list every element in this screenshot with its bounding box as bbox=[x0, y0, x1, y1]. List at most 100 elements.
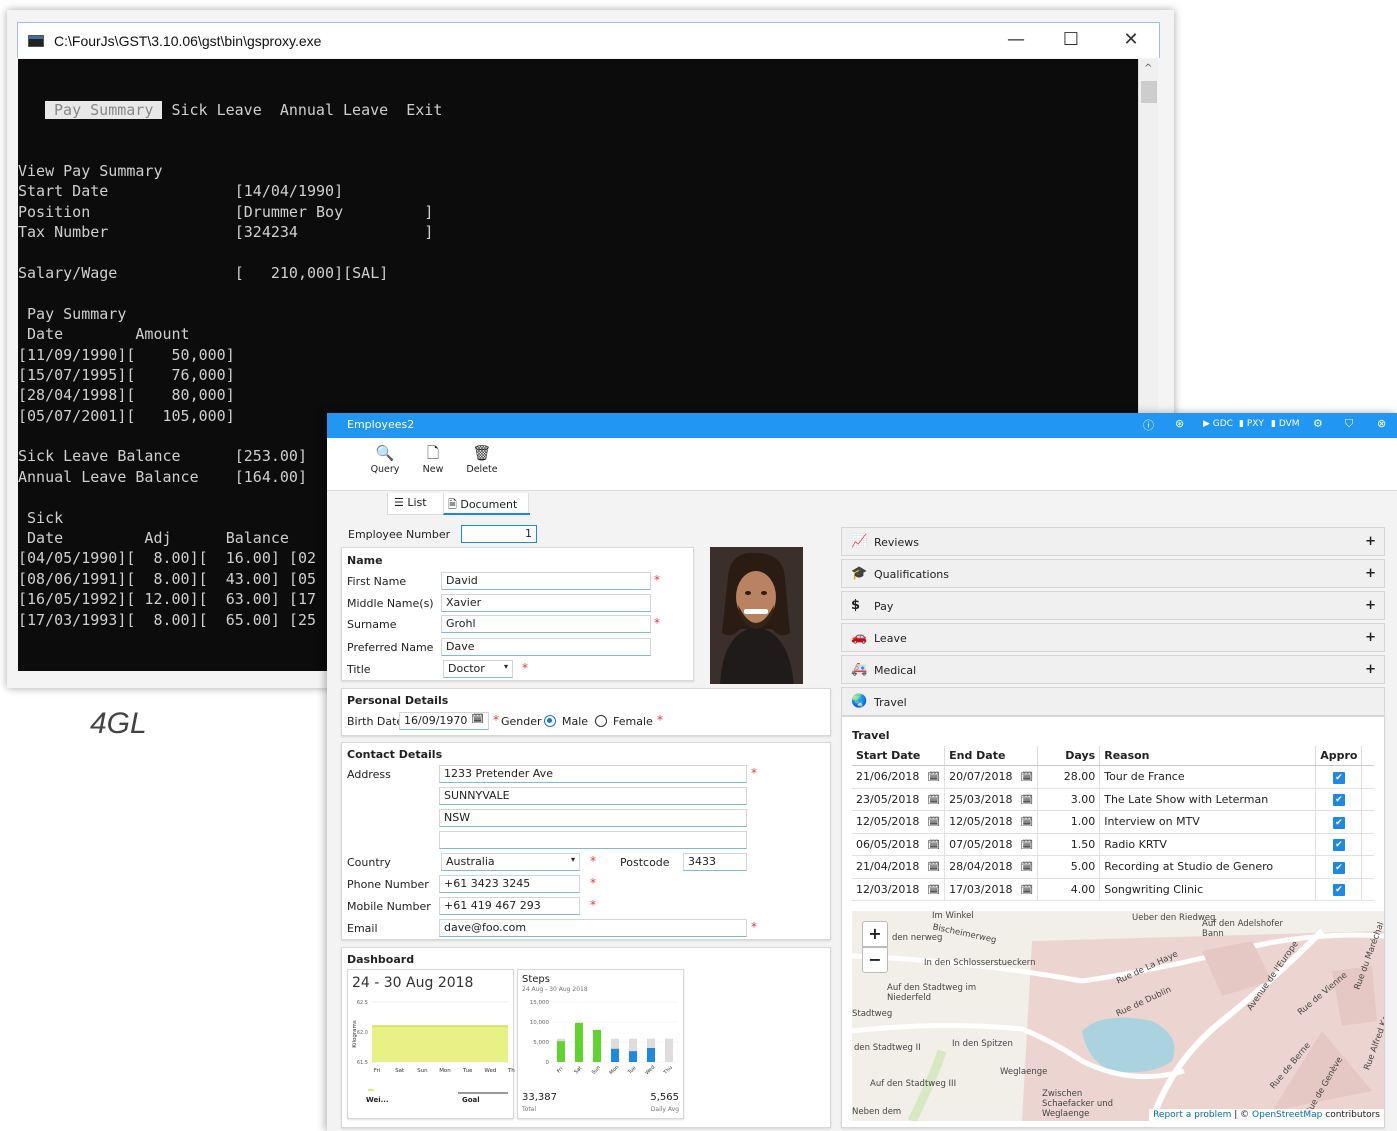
reason-cell[interactable]: Tour de France bbox=[1099, 765, 1317, 789]
accordion-reviews[interactable]: 📈 Reviews + bbox=[841, 527, 1385, 556]
days-cell[interactable]: 3.00 bbox=[1037, 788, 1101, 811]
approved-checkbox[interactable]: ✔ bbox=[1332, 771, 1345, 784]
calendar-icon[interactable]: 🗓 bbox=[1021, 772, 1034, 783]
accordion-pay[interactable]: $ Pay + bbox=[841, 591, 1385, 620]
phone-field[interactable]: +61 3423 3245 bbox=[439, 875, 580, 893]
close-button[interactable]: ✕ bbox=[1116, 29, 1146, 53]
start-date-cell[interactable]: 12/03/2018 🗓 bbox=[852, 878, 946, 901]
start-date-cell[interactable]: 21/04/2018 🗓 bbox=[852, 855, 946, 879]
scroll-up-icon[interactable]: ^ bbox=[1144, 63, 1152, 74]
country-combobox[interactable]: Australia ▾ bbox=[441, 853, 580, 871]
middle-name-field[interactable]: Xavier bbox=[441, 594, 651, 612]
end-date-cell[interactable]: 12/05/2018 🗓 bbox=[944, 810, 1039, 834]
travel-row[interactable]: 12/03/2018 🗓 17/03/2018 🗓 4.00 Songwriting Cl… bbox=[852, 878, 1374, 901]
delete-button[interactable]: 🗑 Delete bbox=[460, 444, 504, 475]
col-start-date[interactable]: Start Date bbox=[852, 746, 946, 766]
info-icon[interactable]: ⓘ bbox=[1143, 417, 1154, 433]
accordion-medical[interactable]: 🚑 Medical + bbox=[841, 655, 1385, 684]
calendar-icon[interactable]: 🗓 bbox=[927, 817, 940, 828]
travel-row[interactable]: 21/06/2018 🗓 20/07/2018 🗓 28.00 Tour de Franc… bbox=[852, 765, 1374, 789]
calendar-icon[interactable]: 🗓 bbox=[1021, 795, 1034, 806]
days-cell[interactable]: 5.00 bbox=[1037, 855, 1101, 879]
calendar-icon[interactable]: 🗓 bbox=[927, 840, 940, 851]
title-combobox[interactable]: Doctor ▾ bbox=[443, 660, 513, 678]
bookmark-icon[interactable]: ⛉ bbox=[1345, 417, 1353, 431]
zoom-out-button[interactable]: − bbox=[862, 947, 888, 973]
approved-checkbox[interactable]: ✔ bbox=[1332, 794, 1345, 807]
postcode-field[interactable]: 3433 bbox=[683, 853, 747, 871]
travel-row[interactable]: 23/05/2018 🗓 25/03/2018 🗓 3.00 The Late Show … bbox=[852, 788, 1374, 811]
accordion-qualifications[interactable]: 🎓 Qualifications + bbox=[841, 559, 1385, 588]
approved-checkbox[interactable]: ✔ bbox=[1332, 839, 1345, 852]
employee-number-field[interactable]: 1 bbox=[461, 525, 537, 543]
gdc-link[interactable]: ▶ GDC bbox=[1203, 419, 1233, 429]
email-field[interactable]: dave@foo.com bbox=[439, 919, 747, 937]
settings-icon[interactable]: ⚙ bbox=[1313, 417, 1323, 430]
calendar-icon[interactable]: 🗓 bbox=[927, 795, 940, 806]
surname-field[interactable]: Grohl bbox=[441, 615, 651, 633]
pxy-link[interactable]: ▮ PXY bbox=[1239, 419, 1264, 429]
query-button[interactable]: 🔍 Query bbox=[363, 444, 407, 475]
first-name-field[interactable]: David bbox=[441, 572, 651, 590]
menu-pay-summary[interactable]: Pay Summary bbox=[45, 100, 163, 119]
col-approved[interactable]: Appro bbox=[1315, 746, 1363, 766]
reason-cell[interactable]: Songwriting Clinic bbox=[1099, 878, 1317, 901]
approved-checkbox[interactable]: ✔ bbox=[1332, 816, 1345, 829]
close-session-icon[interactable]: ⊗ bbox=[1377, 417, 1386, 430]
reason-cell[interactable]: The Late Show with Leterman bbox=[1099, 788, 1317, 811]
address-line-2[interactable]: SUNNYVALE bbox=[439, 787, 747, 805]
calendar-icon[interactable]: 🗓 bbox=[471, 714, 484, 725]
menu-annual-leave[interactable]: Annual Leave bbox=[280, 101, 388, 119]
menu-sick-leave[interactable]: Sick Leave bbox=[171, 101, 261, 119]
mobile-field[interactable]: +61 419 467 293 bbox=[439, 897, 580, 915]
start-date-cell[interactable]: 06/05/2018 🗓 bbox=[852, 833, 946, 856]
end-date-cell[interactable]: 17/03/2018 🗓 bbox=[944, 878, 1039, 901]
accordion-travel[interactable]: 🌏 Travel bbox=[841, 687, 1385, 716]
end-date-cell[interactable]: 20/07/2018 🗓 bbox=[944, 765, 1039, 789]
travel-row[interactable]: 21/04/2018 🗓 28/04/2018 🗓 5.00 Recording at S… bbox=[852, 855, 1374, 879]
approved-checkbox[interactable]: ✔ bbox=[1332, 884, 1345, 897]
end-date-cell[interactable]: 28/04/2018 🗓 bbox=[944, 855, 1039, 879]
maximize-button[interactable]: ☐ bbox=[1056, 29, 1086, 53]
reason-cell[interactable]: Interview on MTV bbox=[1099, 810, 1317, 834]
address-line-1[interactable]: 1233 Pretender Ave bbox=[439, 765, 747, 783]
col-reason[interactable]: Reason bbox=[1099, 746, 1317, 766]
calendar-icon[interactable]: 🗓 bbox=[927, 862, 940, 873]
report-problem-link[interactable]: Report a problem bbox=[1153, 1110, 1231, 1120]
minimize-button[interactable]: — bbox=[1001, 29, 1031, 53]
reason-cell[interactable]: Radio KRTV bbox=[1099, 833, 1317, 856]
dvm-link[interactable]: ▮ DVM bbox=[1271, 419, 1300, 429]
start-date-cell[interactable]: 21/06/2018 🗓 bbox=[852, 765, 946, 789]
days-cell[interactable]: 28.00 bbox=[1037, 765, 1101, 789]
preferred-name-field[interactable]: Dave bbox=[441, 638, 651, 656]
address-line-3[interactable]: NSW bbox=[439, 809, 747, 827]
debug-icon[interactable]: ⊛ bbox=[1175, 417, 1184, 430]
approved-checkbox[interactable]: ✔ bbox=[1332, 861, 1345, 874]
console-titlebar[interactable]: C:\FourJs\GST\3.10.06\gst\bin\gsproxy.ex… bbox=[17, 22, 1160, 58]
gender-male-radio[interactable] bbox=[544, 715, 556, 727]
tab-list[interactable]: ☰ List bbox=[394, 496, 427, 509]
menu-exit[interactable]: Exit bbox=[406, 101, 442, 119]
calendar-icon[interactable]: 🗓 bbox=[1021, 862, 1034, 873]
birth-date-field[interactable]: 16/09/1970 🗓 bbox=[399, 712, 489, 730]
col-end-date[interactable]: End Date bbox=[944, 746, 1039, 766]
osm-link[interactable]: OpenStreetMap bbox=[1252, 1110, 1322, 1120]
new-button[interactable]: 🗋 New bbox=[411, 444, 455, 475]
reason-cell[interactable]: Recording at Studio de Genero bbox=[1099, 855, 1317, 879]
start-date-cell[interactable]: 12/05/2018 🗓 bbox=[852, 810, 946, 834]
days-cell[interactable]: 1.50 bbox=[1037, 833, 1101, 856]
calendar-icon[interactable]: 🗓 bbox=[1021, 840, 1034, 851]
gender-female-radio[interactable] bbox=[595, 715, 607, 727]
end-date-cell[interactable]: 07/05/2018 🗓 bbox=[944, 833, 1039, 856]
calendar-icon[interactable]: 🗓 bbox=[1021, 817, 1034, 828]
calendar-icon[interactable]: 🗓 bbox=[927, 772, 940, 783]
travel-row[interactable]: 06/05/2018 🗓 07/05/2018 🗓 1.50 Radio KRTV ✔ bbox=[852, 833, 1374, 856]
calendar-icon[interactable]: 🗓 bbox=[927, 885, 940, 896]
map[interactable]: Im Winkel Ueber den Riedweg Auf den Adelsh… bbox=[852, 911, 1384, 1121]
col-days[interactable]: Days bbox=[1037, 746, 1101, 766]
days-cell[interactable]: 1.00 bbox=[1037, 810, 1101, 834]
address-line-4[interactable] bbox=[439, 831, 747, 849]
scroll-thumb[interactable] bbox=[1141, 81, 1157, 103]
zoom-in-button[interactable]: + bbox=[862, 921, 888, 947]
travel-row[interactable]: 12/05/2018 🗓 12/05/2018 🗓 1.00 Interview on M… bbox=[852, 810, 1374, 834]
